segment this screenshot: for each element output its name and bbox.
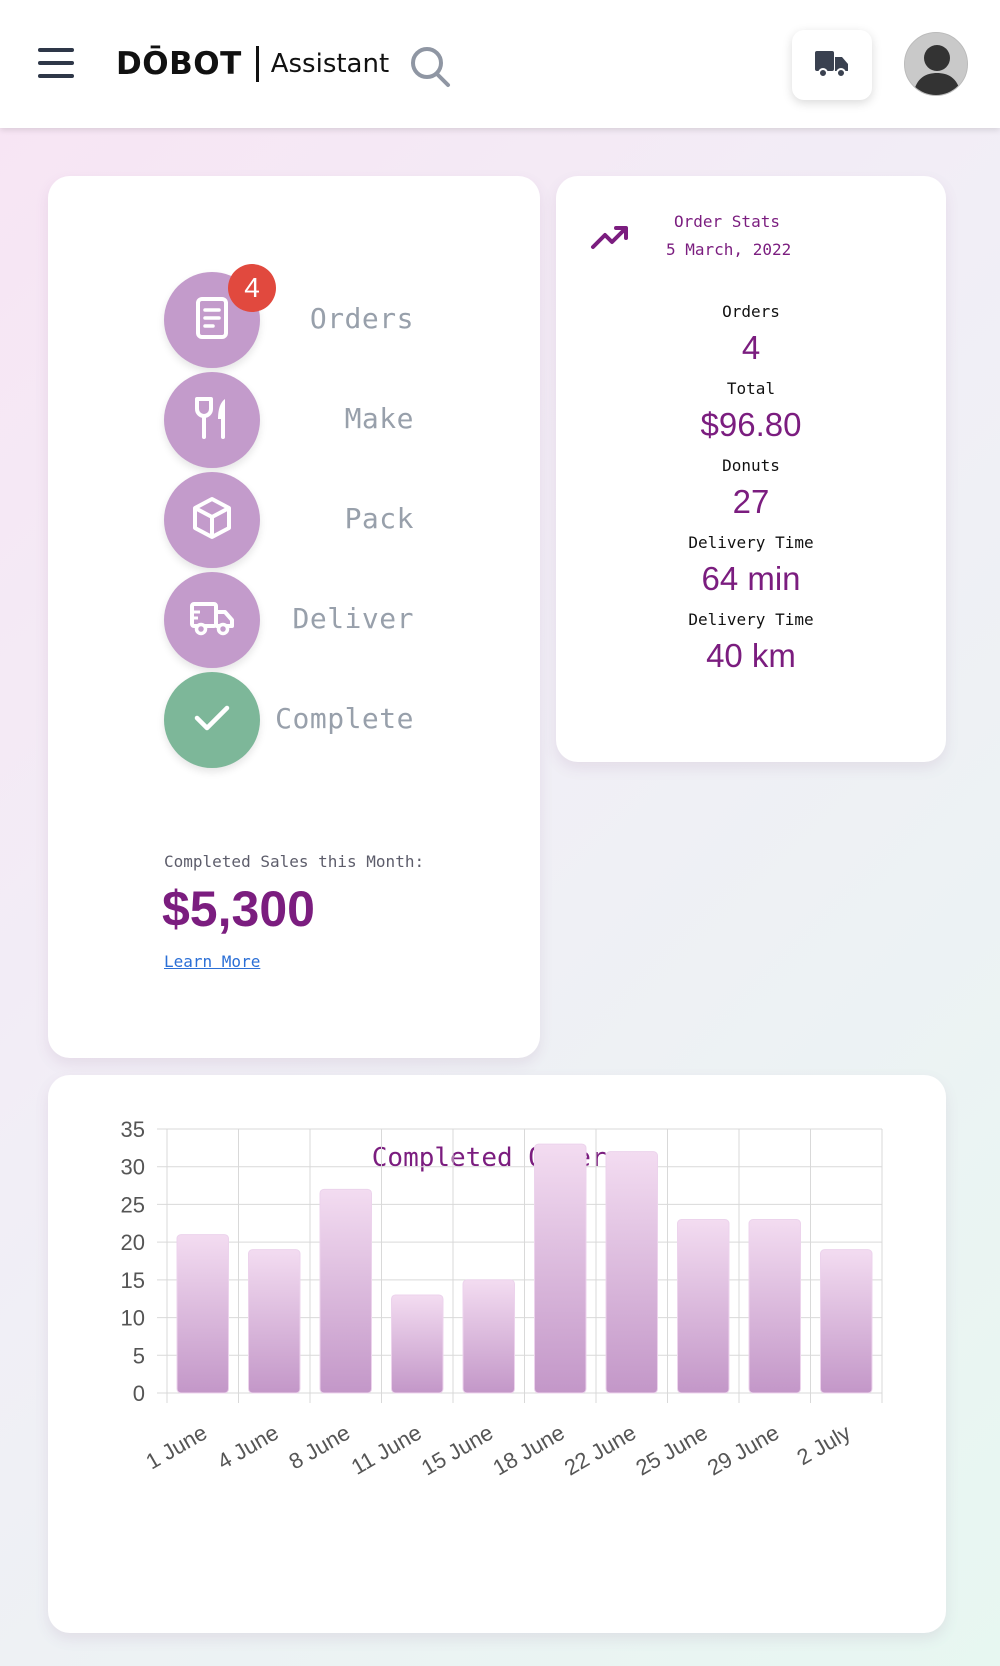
bar-25-june bbox=[677, 1219, 730, 1394]
step-complete[interactable]: Complete bbox=[164, 672, 414, 768]
bar-11-june bbox=[391, 1294, 444, 1394]
y-tick-label: 0 bbox=[133, 1381, 145, 1406]
completed-sales-value: $5,300 bbox=[162, 881, 315, 937]
x-tick-label: 29 June bbox=[703, 1420, 783, 1481]
trending-up-icon bbox=[590, 222, 630, 257]
stat-total: Total $96.80 bbox=[556, 379, 946, 444]
stat-value: 64 min bbox=[701, 560, 801, 597]
make-step-button[interactable] bbox=[164, 372, 260, 468]
bar-18-june bbox=[534, 1143, 587, 1394]
utensils-icon bbox=[192, 396, 232, 445]
y-tick-label: 5 bbox=[133, 1343, 145, 1368]
stat-label: Orders bbox=[722, 302, 780, 321]
person-silhouette-icon bbox=[905, 33, 967, 95]
step-pack[interactable]: Pack bbox=[164, 472, 414, 568]
delivery-button[interactable] bbox=[792, 30, 872, 100]
step-deliver[interactable]: Deliver bbox=[164, 572, 414, 668]
y-tick-label: 35 bbox=[121, 1117, 145, 1142]
complete-step-button[interactable] bbox=[164, 672, 260, 768]
y-tick-label: 15 bbox=[121, 1268, 145, 1293]
learn-more-link[interactable]: Learn More bbox=[164, 952, 260, 971]
stat-label: Delivery Time bbox=[688, 533, 814, 552]
y-tick-label: 30 bbox=[121, 1155, 145, 1180]
stat-orders: Orders 4 bbox=[556, 302, 946, 367]
checkmark-icon bbox=[192, 702, 232, 739]
step-label-orders: Orders bbox=[309, 302, 414, 335]
logo-subtitle: Assistant bbox=[270, 49, 390, 79]
order-list-icon bbox=[192, 296, 232, 345]
workflow-card: 4 Orders Make Pack Deliver Complete Comp… bbox=[48, 176, 540, 1058]
bar-29-june bbox=[748, 1219, 801, 1394]
stat-label: Total bbox=[726, 379, 776, 398]
hamburger-menu-icon[interactable] bbox=[38, 48, 74, 78]
stat-delivery-time: Delivery Time 64 min bbox=[556, 533, 946, 598]
x-tick-label: 4 June bbox=[213, 1420, 283, 1475]
logo-divider bbox=[255, 46, 259, 82]
stats-date: 5 March, 2022 bbox=[666, 240, 792, 259]
logo-brand: DŌBOT bbox=[116, 46, 242, 82]
x-tick-label: 25 June bbox=[631, 1420, 711, 1481]
truck-icon bbox=[814, 47, 850, 84]
y-tick-label: 20 bbox=[121, 1230, 145, 1255]
top-bar: DŌBOT Assistant bbox=[0, 0, 1000, 128]
bar-8-june bbox=[319, 1188, 372, 1394]
bar-1-june bbox=[176, 1234, 229, 1394]
y-tick-label: 25 bbox=[121, 1192, 145, 1217]
completed-orders-bar-chart: 051015202530351 June 4 June 8 June11 June1… bbox=[121, 1117, 883, 1481]
stat-delivery-distance: Delivery Time 40 km bbox=[556, 610, 946, 675]
app-logo[interactable]: DŌBOT Assistant bbox=[116, 44, 389, 84]
step-make[interactable]: Make bbox=[164, 372, 414, 468]
completed-orders-chart-card: Completed Orders 0 5 10 15 20 25 30 35 1 June 4 J… bbox=[48, 1075, 946, 1633]
stat-value: $96.80 bbox=[700, 406, 802, 443]
x-tick-label: 15 June bbox=[417, 1420, 497, 1481]
box-icon bbox=[191, 496, 233, 545]
stat-value: 4 bbox=[741, 329, 761, 366]
orders-count-badge: 4 bbox=[228, 264, 276, 312]
delivery-truck-icon bbox=[190, 600, 234, 641]
completed-sales-label: Completed Sales this Month: bbox=[164, 852, 425, 871]
step-label-complete: Complete bbox=[275, 702, 414, 735]
bar-15-june bbox=[462, 1279, 515, 1394]
x-tick-label: 8 June bbox=[285, 1420, 355, 1475]
bar-4-june bbox=[248, 1249, 301, 1394]
stats-title: Order Stats bbox=[674, 212, 780, 231]
stat-label: Donuts bbox=[722, 456, 780, 475]
step-label-pack: Pack bbox=[344, 502, 414, 535]
stat-value: 27 bbox=[732, 483, 770, 520]
y-tick-label: 10 bbox=[121, 1306, 145, 1331]
x-tick-label: 11 June bbox=[347, 1420, 426, 1480]
x-tick-label: 18 June bbox=[488, 1420, 568, 1481]
bar-22-june bbox=[605, 1151, 658, 1394]
bar-2-july bbox=[820, 1249, 873, 1394]
x-tick-label: 22 June bbox=[560, 1420, 640, 1481]
deliver-step-button[interactable] bbox=[164, 572, 260, 668]
order-stats-header: Order Stats 5 March, 2022 bbox=[590, 212, 890, 272]
pack-step-button[interactable] bbox=[164, 472, 260, 568]
x-tick-label: 2 July bbox=[792, 1420, 854, 1470]
step-label-make: Make bbox=[344, 402, 414, 435]
order-stats-card: Order Stats 5 March, 2022 Orders 4 Total… bbox=[556, 176, 946, 762]
stat-donuts: Donuts 27 bbox=[556, 456, 946, 521]
step-orders[interactable]: 4 Orders bbox=[164, 264, 414, 368]
stat-label: Delivery Time bbox=[688, 610, 814, 629]
x-tick-label: 1 June bbox=[142, 1420, 212, 1475]
stat-value: 40 km bbox=[706, 637, 796, 674]
step-label-deliver: Deliver bbox=[292, 602, 414, 635]
search-icon[interactable] bbox=[408, 44, 454, 90]
user-avatar[interactable] bbox=[904, 32, 968, 96]
